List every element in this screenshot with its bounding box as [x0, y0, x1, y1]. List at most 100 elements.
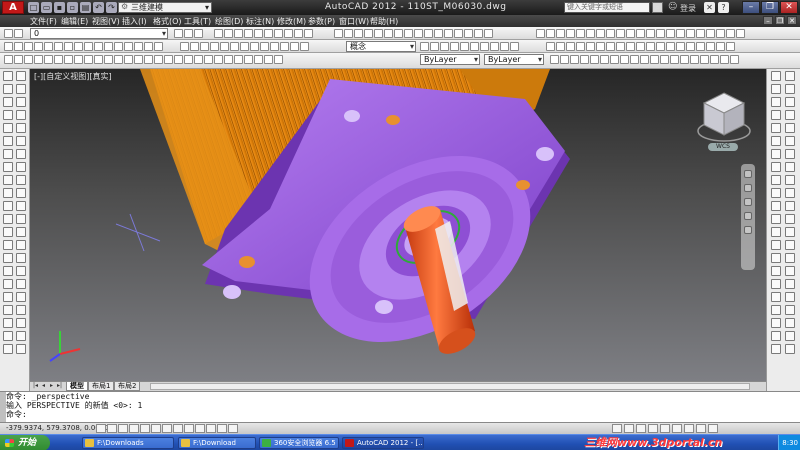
tool-icon[interactable]: [785, 123, 795, 133]
tool-icon[interactable]: [771, 305, 781, 315]
tool-icon[interactable]: [74, 42, 83, 51]
tool-icon[interactable]: [656, 42, 665, 51]
tool-icon[interactable]: [404, 29, 413, 38]
tool-icon[interactable]: [84, 42, 93, 51]
menu-insert[interactable]: 插入(I): [122, 16, 147, 27]
tool-icon[interactable]: [785, 253, 795, 263]
task-autocad[interactable]: AutoCAD 2012 - [...: [342, 437, 424, 449]
menu-edit[interactable]: 编辑(E): [61, 16, 88, 27]
tool-icon[interactable]: [74, 55, 83, 64]
tool-icon[interactable]: [771, 149, 781, 159]
minimize-button[interactable]: –: [742, 1, 760, 14]
tool-icon[interactable]: [785, 292, 795, 302]
restore-button[interactable]: ❐: [761, 1, 779, 14]
tool-icon[interactable]: [54, 55, 63, 64]
tool-icon[interactable]: [646, 29, 655, 38]
tool-icon[interactable]: [244, 29, 253, 38]
tool-icon[interactable]: [16, 318, 26, 328]
extend-icon[interactable]: [16, 201, 26, 211]
tool-icon[interactable]: [374, 29, 383, 38]
tool-icon[interactable]: [234, 29, 243, 38]
mirror-icon[interactable]: [16, 97, 26, 107]
tool-icon[interactable]: [144, 42, 153, 51]
tool-icon[interactable]: [785, 318, 795, 328]
tool-icon[interactable]: [666, 29, 675, 38]
tool-icon[interactable]: [700, 55, 709, 64]
tool-icon[interactable]: [546, 42, 555, 51]
ducs-icon[interactable]: [173, 424, 183, 433]
tool-icon[interactable]: [706, 29, 715, 38]
tab-layout2[interactable]: 布局2: [114, 382, 141, 391]
tool-icon[interactable]: [104, 42, 113, 51]
add-selected-icon[interactable]: [3, 318, 13, 328]
tool-icon[interactable]: [444, 29, 453, 38]
tool-icon[interactable]: [785, 110, 795, 120]
tool-icon[interactable]: [570, 55, 579, 64]
erase-icon[interactable]: [16, 71, 26, 81]
tool-icon[interactable]: [104, 55, 113, 64]
close-button[interactable]: ✕: [780, 1, 798, 14]
offset-icon[interactable]: [16, 110, 26, 120]
tool-icon[interactable]: [114, 55, 123, 64]
tool-icon[interactable]: [785, 97, 795, 107]
tool-icon[interactable]: [204, 55, 213, 64]
menu-modify[interactable]: 修改(M): [277, 16, 306, 27]
horizontal-scrollbar[interactable]: [150, 383, 750, 390]
doc-restore-button[interactable]: ❐: [775, 16, 785, 25]
tool-icon[interactable]: [114, 42, 123, 51]
table-icon[interactable]: [3, 292, 13, 302]
layer-properties-icon[interactable]: [4, 29, 13, 38]
selection-cycling-icon[interactable]: [228, 424, 238, 433]
tool-icon[interactable]: [586, 42, 595, 51]
tool-icon[interactable]: [44, 42, 53, 51]
tool-icon[interactable]: [686, 29, 695, 38]
tool-icon[interactable]: [636, 29, 645, 38]
tool-icon[interactable]: [546, 29, 555, 38]
start-button[interactable]: 开始: [0, 435, 50, 450]
tool-icon[interactable]: [771, 253, 781, 263]
tool-icon[interactable]: [606, 42, 615, 51]
layer-match-icon[interactable]: [194, 29, 203, 38]
tool-icon[interactable]: [771, 331, 781, 341]
tool-icon[interactable]: [566, 42, 575, 51]
tool-icon[interactable]: [550, 55, 559, 64]
doc-close-button[interactable]: ✕: [787, 16, 797, 25]
tool-icon[interactable]: [94, 42, 103, 51]
drawing-viewport[interactable]: [-][自定义视图][真实] WCS: [30, 69, 766, 381]
isolate-icon[interactable]: [696, 424, 706, 433]
save-as-icon[interactable]: ▫: [67, 2, 78, 13]
rectangle-icon[interactable]: [3, 123, 13, 133]
join-icon[interactable]: [16, 227, 26, 237]
annotation-scale-icon[interactable]: [660, 424, 670, 433]
save-icon[interactable]: ▪: [54, 2, 65, 13]
workspace-select[interactable]: 三维建模: [118, 2, 212, 13]
tool-icon[interactable]: [771, 240, 781, 250]
tool-icon[interactable]: [785, 188, 795, 198]
tool-icon[interactable]: [785, 227, 795, 237]
tool-icon[interactable]: [16, 305, 26, 315]
tool-icon[interactable]: [304, 29, 313, 38]
line-icon[interactable]: [3, 71, 13, 81]
help-search-input[interactable]: 键入关键字或短语: [564, 2, 650, 13]
tool-icon[interactable]: [420, 42, 429, 51]
tool-icon[interactable]: [771, 214, 781, 224]
tool-icon[interactable]: [200, 42, 209, 51]
tool-icon[interactable]: [771, 266, 781, 276]
hatch-icon[interactable]: [3, 253, 13, 263]
tool-icon[interactable]: [290, 42, 299, 51]
model-space-icon[interactable]: [612, 424, 622, 433]
gradient-icon[interactable]: [3, 266, 13, 276]
system-clock[interactable]: 8:30: [778, 435, 800, 450]
tool-icon[interactable]: [234, 55, 243, 64]
tool-icon[interactable]: [771, 97, 781, 107]
task-browser[interactable]: 360安全浏览器 6.5: [259, 437, 339, 449]
chamfer-icon[interactable]: [16, 240, 26, 250]
circle-icon[interactable]: [3, 149, 13, 159]
make-block-icon[interactable]: [3, 227, 13, 237]
tool-icon[interactable]: [230, 42, 239, 51]
tool-icon[interactable]: [44, 55, 53, 64]
tool-icon[interactable]: [480, 42, 489, 51]
tool-icon[interactable]: [566, 29, 575, 38]
tool-icon[interactable]: [274, 55, 283, 64]
explode-icon[interactable]: [16, 266, 26, 276]
